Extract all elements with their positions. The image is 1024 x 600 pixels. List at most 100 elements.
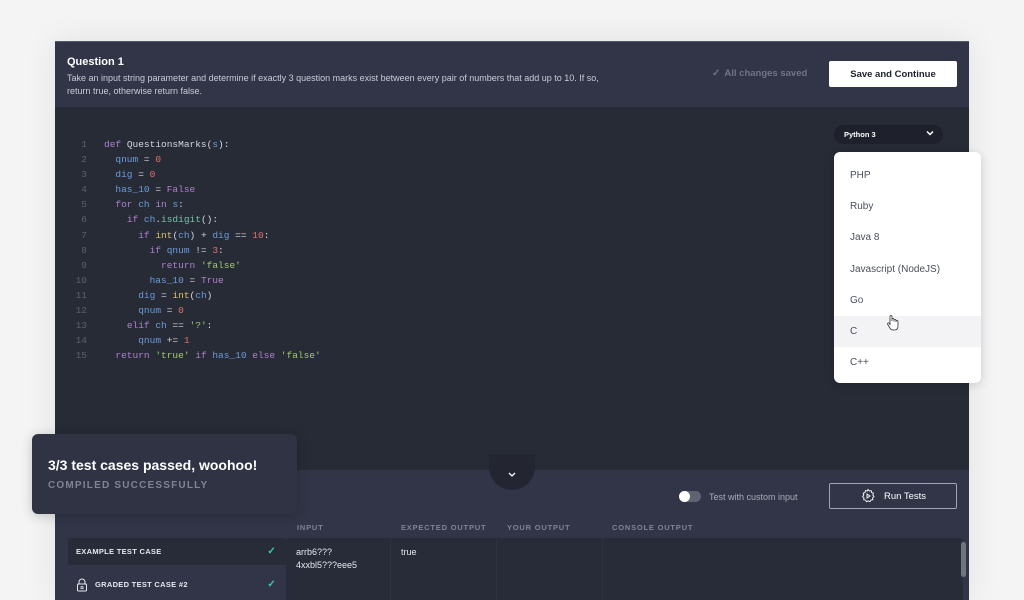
code-token: == [166,320,190,332]
code-token: ch [178,229,190,241]
code-line[interactable]: 10 has_10 = True [55,273,321,288]
line-number: 15 [75,350,87,362]
language-option-c[interactable]: C [834,315,981,348]
line-number: 1 [81,139,87,150]
custom-input-label: Test with custom input [709,491,798,502]
code-token: ch [143,214,156,226]
input-cell: arrb6??? 4xxbl5???eee5 [286,538,391,600]
code-token: if [149,244,167,256]
line-number: 12 [75,305,87,317]
code-text: qnum = 0 [87,152,161,167]
line-number: 6 [81,214,87,226]
question-description: Take an input string parameter and deter… [67,73,599,96]
check-icon: ✓ [712,68,721,79]
line-number: 13 [75,320,87,332]
code-token: qnum [138,335,162,347]
line-number: 8 [81,244,87,256]
code-area[interactable]: 1 def QuestionsMarks(s): 2 qnum = 03 dig =… [55,137,321,363]
code-token: int [155,229,173,241]
column-header-your-output: YOUR OUTPUT [507,523,571,532]
toast-title: 3/3 test cases passed, woohoo! [48,457,258,473]
check-icon: ✓ [267,546,276,557]
line-number: 3 [81,169,87,181]
language-option-go[interactable]: Go [834,285,981,316]
code-line[interactable]: 15 return 'true' if has_10 else 'false' [55,348,321,363]
code-token: elif [126,320,156,332]
column-header-input: INPUT [297,523,324,532]
code-token: return [115,350,156,362]
code-token: (): [200,214,219,226]
code-token: return [161,259,201,271]
code-line[interactable]: 12 qnum = 0 [55,303,321,318]
column-header-console-output: CONSOLE OUTPUT [612,523,694,532]
code-text: if int(ch) + dig == 10: [87,228,269,243]
language-option-java[interactable]: Java 8 [834,222,981,253]
code-token: : [263,229,270,241]
save-and-continue-button[interactable]: Save and Continue [829,61,957,87]
code-token: def [104,139,127,150]
code-text: elif ch == '?': [87,318,213,333]
language-option-php[interactable]: PHP [834,160,981,191]
code-line[interactable]: 3 dig = 0 [55,167,321,182]
language-option-cpp[interactable]: C++ [834,347,981,378]
code-line[interactable]: 14 qnum += 1 [55,333,321,348]
code-token: 0 [155,154,162,166]
code-token: for [115,199,139,211]
code-token: : [206,320,213,332]
question-header: Question 1 Take an input string paramete… [55,42,969,107]
line-number: 7 [81,229,87,241]
lock-icon [77,578,87,591]
code-line[interactable]: 8 if qnum != 3: [55,243,321,258]
code-token: 0 [178,305,184,317]
custom-input-toggle-group: Test with custom input [679,491,798,502]
code-line[interactable]: 5 for ch in s: [55,197,321,212]
code-line[interactable]: 2 qnum = 0 [55,152,321,167]
code-token: dig [115,169,133,181]
code-token: = [132,169,150,181]
collapse-panel-button[interactable] [489,454,535,490]
code-token: qnum [166,244,190,256]
code-text: has_10 = False [87,182,195,197]
code-token: '?' [189,320,207,332]
run-tests-button[interactable]: Run Tests [829,483,957,509]
test-case-item[interactable]: EXAMPLE TEST CASE ✓ [68,538,286,565]
language-select[interactable]: Python 3 [834,125,943,144]
language-option-ruby[interactable]: Ruby [834,191,981,222]
language-option-javascript[interactable]: Javascript (NodeJS) [834,254,981,285]
code-line[interactable]: 7 if int(ch) + dig == 10: [55,228,321,243]
run-tests-label: Run Tests [883,490,927,502]
code-text: if qnum != 3: [87,243,224,258]
test-case-item[interactable]: GRADED TEST CASE #2 ✓ [68,571,286,598]
code-token: isdigit [161,214,201,226]
code-token: 'true' [155,350,190,362]
line-number: 2 [81,154,87,166]
code-token: has_10 [149,274,184,286]
results-scrollbar[interactable] [961,542,966,577]
code-line[interactable]: 4 has_10 = False [55,182,321,197]
code-token: ) + [189,229,213,241]
code-line[interactable]: 11 dig = int(ch) [55,288,321,303]
chevron-down-icon [508,472,516,477]
code-token: 'false' [280,350,321,362]
code-text: return 'true' if has_10 else 'false' [87,348,321,363]
code-line[interactable]: 9 return 'false' [55,258,321,273]
code-line[interactable]: 13 elif ch == '?': [55,318,321,333]
your-output-cell [497,538,603,600]
code-token: qnum [115,154,139,166]
code-token: = [149,184,167,196]
code-line[interactable]: 6 if ch.isdigit(): [55,212,321,227]
code-token: if [189,350,213,362]
test-results-row: arrb6??? 4xxbl5???eee5 true [286,538,963,600]
code-token: has_10 [115,184,150,196]
code-editor[interactable]: 1 def QuestionsMarks(s): 2 qnum = 03 dig =… [55,107,969,470]
code-token: = [138,154,156,166]
code-token: qnum [138,305,162,317]
code-text: return 'false' [87,258,241,273]
code-token: False [166,184,196,196]
code-line[interactable]: 1 def QuestionsMarks(s): [55,137,321,152]
line-number: 14 [75,335,87,347]
code-token: = [183,274,201,286]
line-number: 9 [81,259,87,271]
console-output-cell [603,538,963,600]
custom-input-toggle[interactable] [679,491,701,502]
